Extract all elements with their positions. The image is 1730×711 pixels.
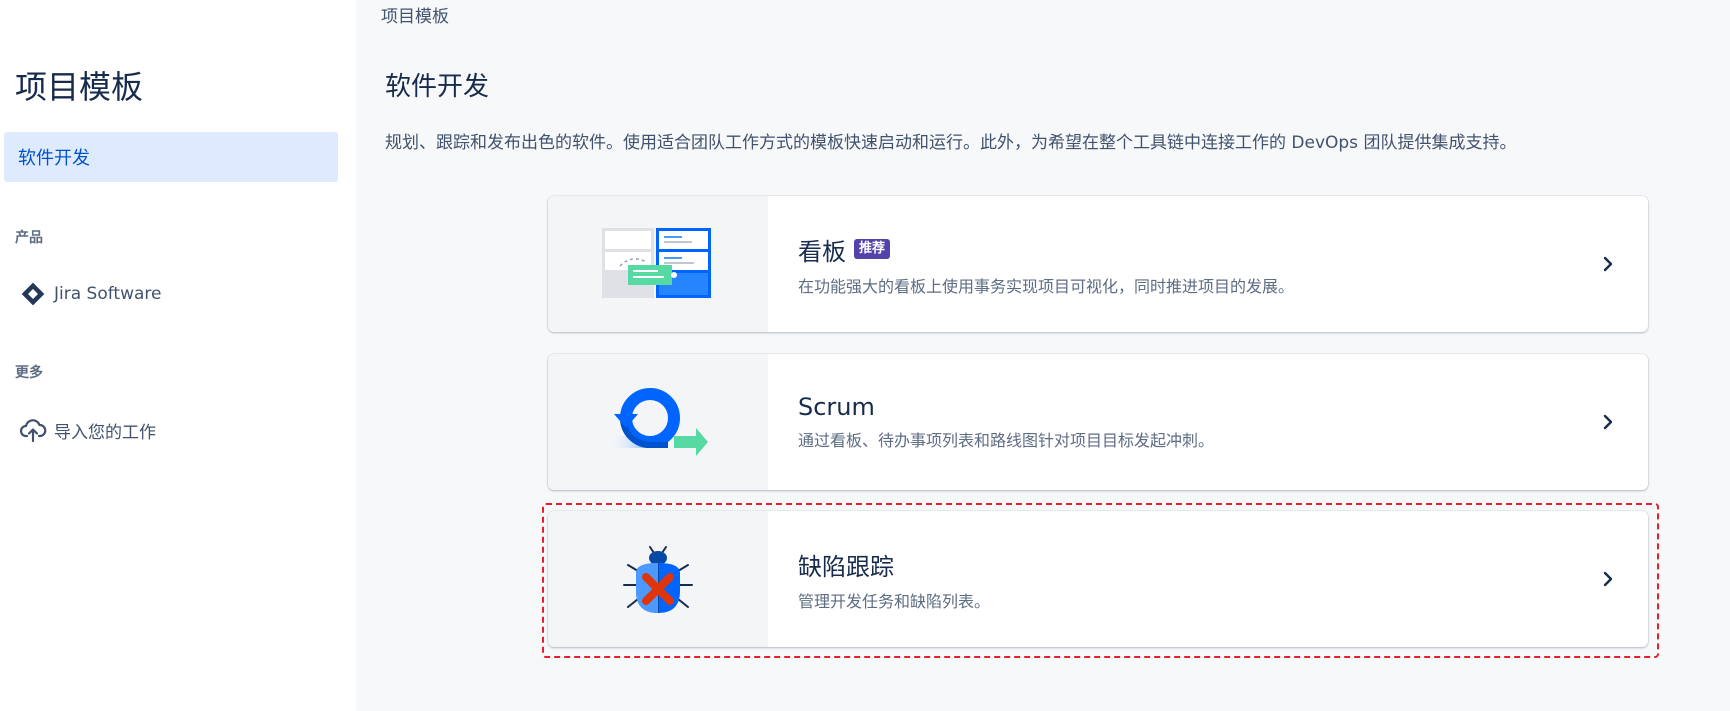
page-title: 软件开发 bbox=[385, 72, 490, 102]
kanban-board-illustration bbox=[602, 228, 711, 298]
sidebar-item-jira-software[interactable]: Jira Software bbox=[18, 274, 318, 314]
sidebar-item-software-development[interactable]: 软件开发 bbox=[4, 132, 338, 182]
sidebar-item-import-work[interactable]: 导入您的工作 bbox=[18, 410, 318, 450]
bug-tracking-illustration bbox=[623, 546, 693, 613]
sidebar: 项目模板 软件开发 产品 Jira Software 更多 导入您的工作 bbox=[0, 0, 356, 711]
template-card-kanban[interactable]: 看板 推荐 在功能强大的看板上使用事务实现项目可视化，同时推进项目的发展。 bbox=[548, 196, 1648, 332]
sidebar-item-label: 软件开发 bbox=[18, 148, 90, 169]
jira-diamond-icon bbox=[18, 279, 48, 309]
template-thumbnail bbox=[548, 511, 768, 647]
template-card-scrum[interactable]: Scrum 通过看板、待办事项列表和路线图针对项目目标发起冲刺。 bbox=[548, 354, 1648, 490]
template-description: 管理开发任务和缺陷列表。 bbox=[798, 591, 991, 611]
section-label-more: 更多 bbox=[15, 365, 43, 381]
cloud-upload-icon bbox=[18, 415, 48, 445]
main-panel: 项目模板 软件开发 规划、跟踪和发布出色的软件。使用适合团队工作方式的模板快速启… bbox=[356, 0, 1730, 711]
recommended-badge: 推荐 bbox=[854, 239, 891, 259]
chevron-right-icon[interactable] bbox=[1568, 354, 1648, 490]
template-title: 缺陷跟踪 bbox=[798, 552, 894, 581]
scrum-cycle-illustration bbox=[608, 388, 708, 456]
sidebar-item-label: 导入您的工作 bbox=[54, 422, 156, 443]
section-label-products: 产品 bbox=[15, 230, 43, 246]
template-thumbnail bbox=[548, 196, 768, 332]
chevron-right-icon[interactable] bbox=[1568, 196, 1648, 332]
page-description: 规划、跟踪和发布出色的软件。使用适合团队工作方式的模板快速启动和运行。此外，为希… bbox=[385, 133, 1517, 153]
sidebar-item-label: Jira Software bbox=[54, 284, 162, 304]
template-title: Scrum bbox=[798, 393, 875, 421]
breadcrumb[interactable]: 项目模板 bbox=[381, 2, 449, 27]
template-card-bug-tracking[interactable]: 缺陷跟踪 管理开发任务和缺陷列表。 bbox=[548, 511, 1648, 647]
template-title: 看板 bbox=[798, 237, 846, 266]
sidebar-title: 项目模板 bbox=[15, 68, 144, 106]
template-description: 在功能强大的看板上使用事务实现项目可视化，同时推进项目的发展。 bbox=[798, 276, 1295, 296]
chevron-right-icon[interactable] bbox=[1568, 511, 1648, 647]
template-description: 通过看板、待办事项列表和路线图针对项目目标发起冲刺。 bbox=[798, 431, 1215, 450]
template-thumbnail bbox=[548, 354, 768, 490]
